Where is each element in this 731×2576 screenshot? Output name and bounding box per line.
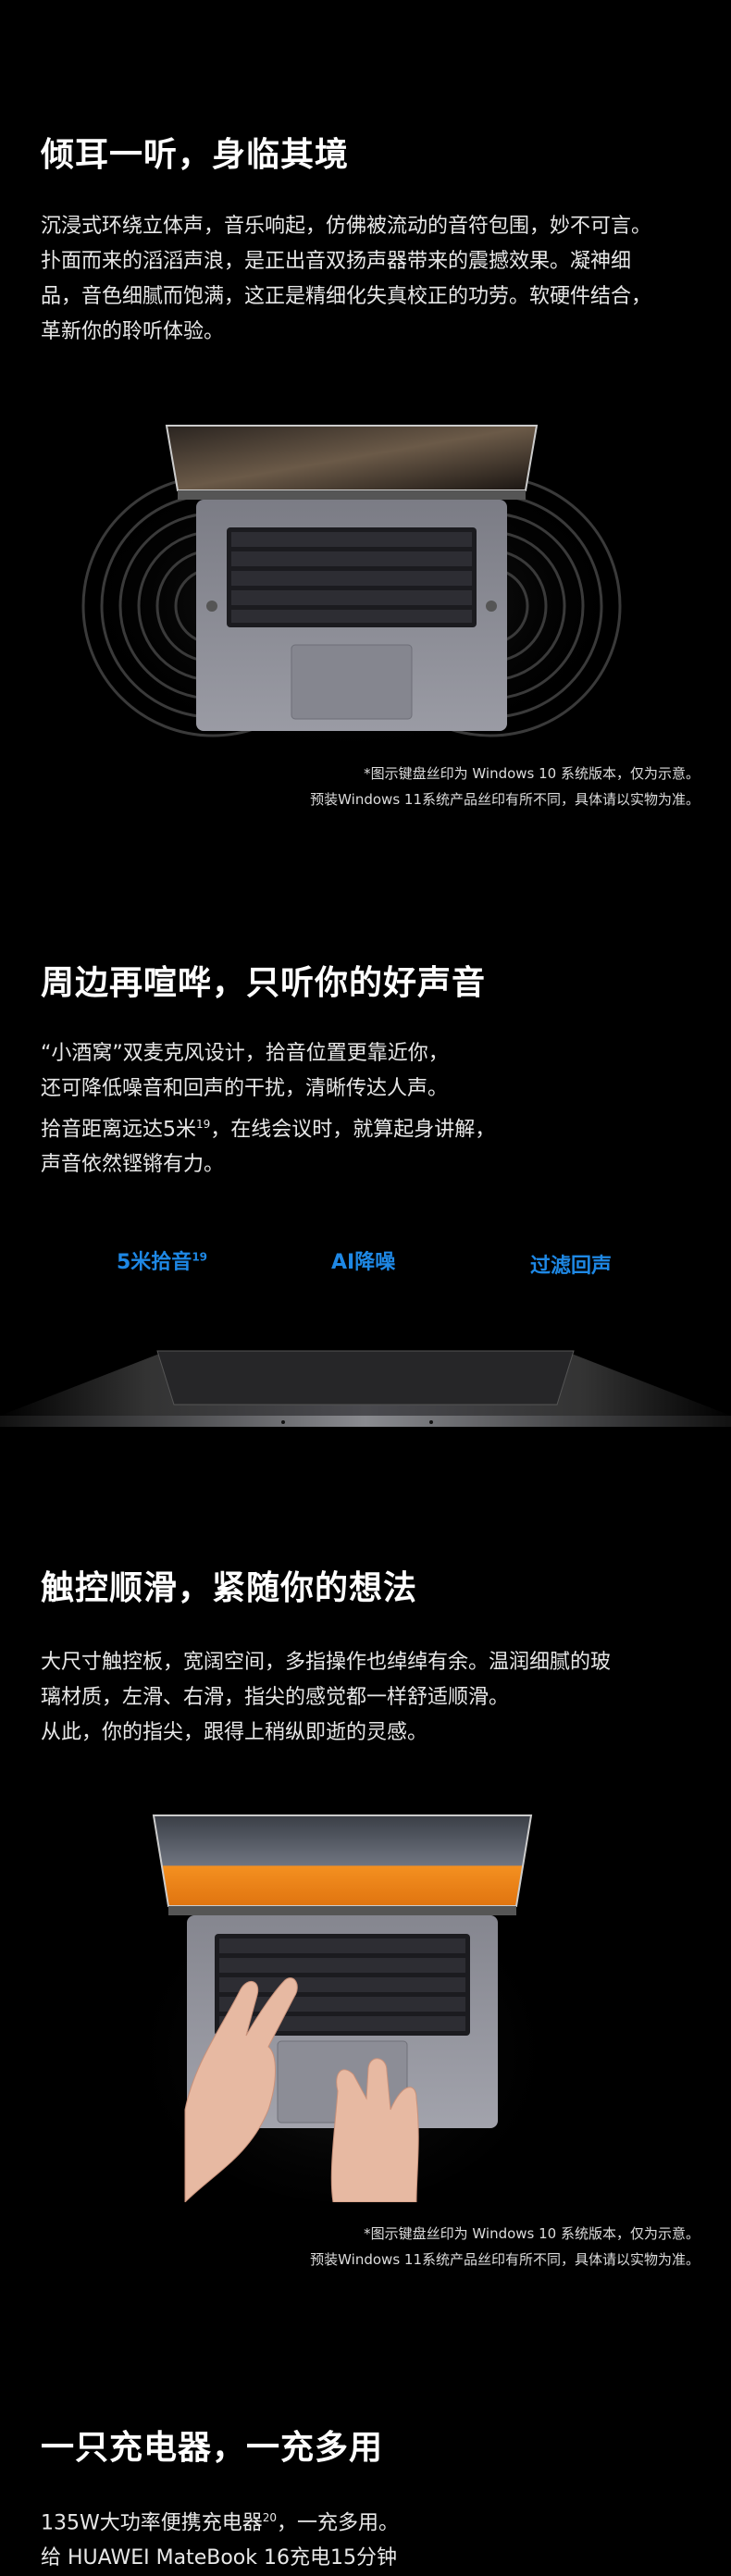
microphone-left [281,1420,285,1424]
feature-echo-filter: 过滤回声 [530,1255,613,1278]
feature-ai-noise-reduction: AI降噪 [331,1251,396,1274]
laptop-speaker-illustration [74,425,629,759]
section-2-description: “小酒窝”双麦克风设计，拾音位置更靠近你， 还可降低噪音和回声的干扰，清晰传达人… [41,1042,496,1177]
section-4-title: 一只充电器，一充多用 [41,2429,384,2467]
touchpad [291,644,413,720]
section-1-title: 倾耳一听，身临其境 [41,136,350,174]
laptop-screen [165,425,539,491]
feature-pickup-distance: 5米拾音19 [117,1250,208,1274]
section-2-title: 周边再喧哗，只听你的好声音 [41,964,487,1002]
section-1-description: 沉浸式环绕立体声，音乐响起，仿佛被流动的音符包围，妙不可言。 扑面而来的滔滔声浪… [41,215,652,343]
laptop-screen-orange [152,1814,533,1907]
laptop-microphone-closeup [0,1350,731,1427]
section-3-footnote: *图示键盘丝印为 Windows 10 系统版本，仅为示意。 预装Windows… [310,2225,700,2268]
section-1-footnote: *图示键盘丝印为 Windows 10 系统版本，仅为示意。 预装Windows… [310,765,700,808]
section-3-title: 触控顺滑，紧随你的想法 [41,1569,418,1607]
speaker-right [486,601,497,612]
laptop-touchpad-illustration [139,1814,546,2202]
microphone-right [429,1420,433,1424]
section-3-description: 大尺寸触控板，宽阔空间，多指操作也绰绰有余。温润细腻的玻 璃材质，左滑、右滑，指… [41,1651,612,1744]
section-4-description: 135W大功率便携充电器20，一充多用。 给 HUAWEI MateBook 1… [41,2511,400,2570]
speaker-left [206,601,217,612]
